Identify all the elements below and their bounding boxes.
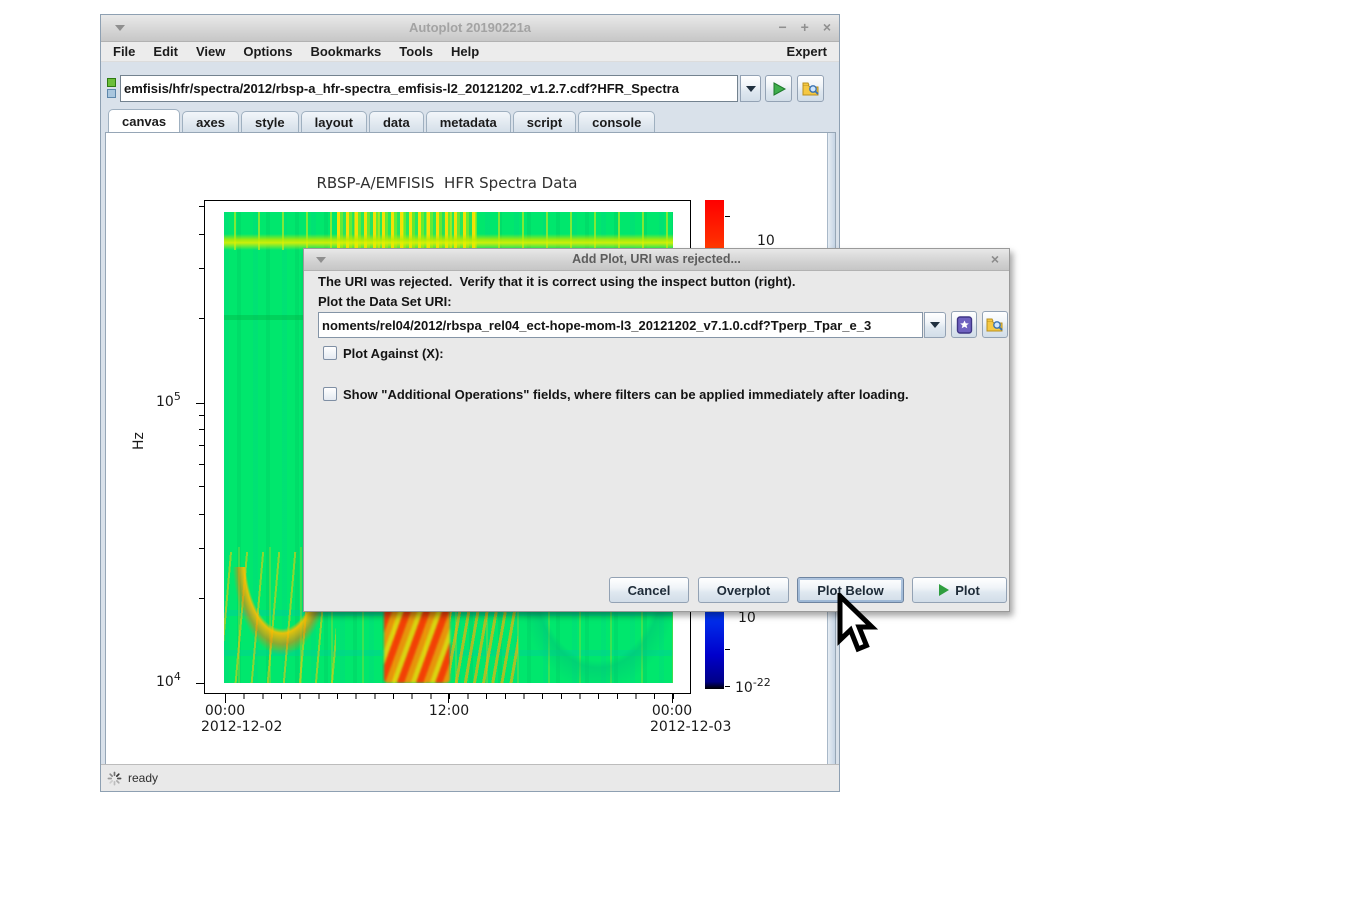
busy-spinner-icon bbox=[107, 771, 122, 785]
dialog-uri-input[interactable] bbox=[318, 312, 923, 338]
tab-data[interactable]: data bbox=[368, 111, 424, 132]
tab-layout[interactable]: layout bbox=[300, 111, 367, 132]
x-tick-label: 00:00 bbox=[204, 703, 246, 719]
y-axis-label: Hz bbox=[131, 432, 147, 450]
status-bar: ready bbox=[101, 764, 839, 791]
add-plot-dialog: Add Plot, URI was rejected... × The URI … bbox=[303, 248, 1010, 612]
tab-console[interactable]: console bbox=[578, 111, 656, 132]
chevron-down-icon bbox=[930, 322, 940, 328]
dialog-inspect-button[interactable] bbox=[982, 311, 1008, 338]
y-minor-tick bbox=[199, 234, 204, 235]
y-tick-label-1e4: 104 bbox=[156, 670, 181, 690]
colorbar-label-mid: 10 bbox=[738, 610, 756, 626]
dialog-title: Add Plot, URI was rejected... bbox=[572, 252, 741, 266]
layout-indicator-icon bbox=[106, 77, 118, 99]
y-minor-tick bbox=[199, 206, 204, 207]
colorbar-tick bbox=[725, 216, 730, 217]
x-major-tick bbox=[225, 694, 226, 703]
x-tick-label: 12:00 bbox=[428, 703, 470, 719]
cancel-button[interactable]: Cancel bbox=[609, 577, 689, 603]
status-text: ready bbox=[128, 771, 159, 785]
show-operations-checkbox[interactable] bbox=[323, 387, 337, 401]
tab-metadata[interactable]: metadata bbox=[425, 111, 511, 132]
y-minor-tick bbox=[199, 318, 204, 319]
maximize-button[interactable]: + bbox=[801, 19, 809, 35]
y-minor-tick bbox=[199, 514, 204, 515]
y-minor-tick bbox=[199, 598, 204, 599]
y-tick-label-1e5: 105 bbox=[156, 390, 181, 410]
mouse-cursor bbox=[837, 593, 878, 653]
close-button[interactable]: × bbox=[823, 19, 831, 35]
tab-bar: canvas axes style layout data metadata s… bbox=[101, 109, 839, 132]
plot-against-checkbox[interactable] bbox=[323, 346, 337, 360]
plot-button[interactable]: Plot bbox=[912, 577, 1007, 603]
uri-dropdown-button[interactable] bbox=[740, 75, 761, 102]
y-major-tick bbox=[196, 683, 204, 684]
show-operations-label: Show "Additional Operations" fields, whe… bbox=[343, 387, 909, 402]
bookmark-button[interactable] bbox=[951, 311, 977, 338]
menu-view[interactable]: View bbox=[196, 44, 225, 59]
y-minor-tick bbox=[199, 486, 204, 487]
y-minor-tick bbox=[199, 548, 204, 549]
x-minor-ticks bbox=[225, 694, 674, 699]
colorbar-label-bottom: 10-22 bbox=[735, 676, 771, 696]
plot-title: RBSP-A/EMFISIS HFR Spectra Data bbox=[316, 174, 578, 192]
y-minor-tick bbox=[199, 268, 204, 269]
overplot-button[interactable]: Overplot bbox=[698, 577, 789, 603]
y-minor-tick bbox=[199, 415, 204, 416]
minimize-button[interactable]: − bbox=[778, 19, 786, 35]
x-major-tick bbox=[448, 694, 449, 703]
play-icon bbox=[773, 81, 786, 96]
y-major-tick bbox=[196, 403, 204, 404]
x-tick-label: 00:00 bbox=[651, 703, 693, 719]
menu-bookmarks[interactable]: Bookmarks bbox=[310, 44, 381, 59]
dialog-uri-label: Plot the Data Set URI: bbox=[318, 294, 452, 309]
dialog-uri-dropdown-button[interactable] bbox=[924, 312, 946, 338]
window-titlebar[interactable]: Autoplot 20190221a − + × bbox=[101, 15, 839, 42]
plot-against-label: Plot Against (X): bbox=[343, 346, 444, 361]
expert-mode-label[interactable]: Expert bbox=[787, 44, 827, 59]
colorbar-label-top: 10 bbox=[757, 233, 775, 249]
menu-options[interactable]: Options bbox=[243, 44, 292, 59]
menu-bar: File Edit View Options Bookmarks Tools H… bbox=[101, 42, 839, 62]
play-icon bbox=[939, 584, 950, 596]
go-button[interactable] bbox=[765, 75, 792, 102]
uri-address-input[interactable] bbox=[120, 75, 738, 102]
tab-script[interactable]: script bbox=[512, 111, 577, 132]
menu-edit[interactable]: Edit bbox=[153, 44, 178, 59]
inspect-uri-button[interactable] bbox=[797, 75, 824, 102]
y-minor-tick bbox=[199, 429, 204, 430]
x-major-tick bbox=[672, 694, 673, 703]
chevron-down-icon bbox=[745, 85, 756, 92]
dialog-titlebar[interactable]: Add Plot, URI was rejected... × bbox=[304, 249, 1009, 271]
bookmark-icon bbox=[956, 315, 972, 334]
folder-search-icon bbox=[802, 82, 819, 95]
colorbar-tick bbox=[725, 686, 730, 687]
tab-style[interactable]: style bbox=[241, 111, 299, 132]
folder-search-icon bbox=[986, 318, 1003, 331]
tab-canvas[interactable]: canvas bbox=[108, 109, 181, 132]
x-date-label: 2012-12-03 bbox=[650, 719, 732, 735]
menu-help[interactable]: Help bbox=[451, 44, 479, 59]
dialog-close-icon[interactable]: × bbox=[991, 251, 999, 267]
tab-axes[interactable]: axes bbox=[182, 111, 240, 132]
menu-file[interactable]: File bbox=[113, 44, 135, 59]
colorbar-tick bbox=[725, 649, 730, 650]
x-date-label: 2012-12-02 bbox=[201, 719, 283, 735]
menu-tools[interactable]: Tools bbox=[399, 44, 433, 59]
window-title: Autoplot 20190221a bbox=[408, 20, 532, 35]
dialog-message: The URI was rejected. Verify that it is … bbox=[318, 274, 796, 289]
y-minor-tick bbox=[199, 464, 204, 465]
y-minor-tick bbox=[199, 445, 204, 446]
